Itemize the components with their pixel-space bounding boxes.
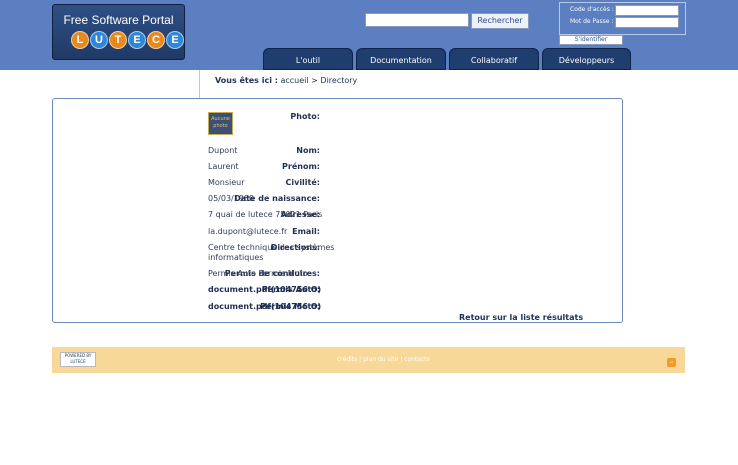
login-button[interactable]: S'identifier	[559, 35, 623, 45]
field-label-nom: Nom:	[296, 146, 320, 155]
field-value-nom: Dupont	[208, 146, 238, 155]
field-value-directions-line2: informatiques	[208, 253, 264, 262]
search-input[interactable]	[365, 13, 469, 27]
access-code-field[interactable]	[615, 5, 679, 16]
left-column-divider	[199, 70, 200, 98]
logo-letter: C	[147, 31, 165, 49]
rss-icon[interactable]: ∽	[667, 358, 676, 367]
tab-collaboratif[interactable]: Collaboratif	[449, 48, 539, 70]
record-card	[52, 98, 623, 323]
permis-auto-document-link[interactable]: document.pdf(104756 O)	[208, 285, 321, 294]
login-box: Code d'accès : Mot de Passe :	[559, 2, 686, 35]
field-value-birthdate: 05/03/1980	[208, 194, 255, 203]
logo-title: Free Software Portal	[63, 13, 174, 27]
photo-thumbnail: Aucune photo	[208, 112, 233, 135]
logo-letter: L	[71, 31, 89, 49]
logo-letters: L U T E C E	[71, 31, 184, 55]
field-label-email: Email:	[292, 227, 320, 236]
field-label-photo: Photo:	[290, 112, 320, 121]
breadcrumb-label: Vous êtes ici :	[215, 76, 278, 85]
logo-letter: T	[109, 31, 127, 49]
tab-outil[interactable]: L'outil	[263, 48, 353, 70]
field-value-address: 7 quai de lutece 75021 Paris	[208, 210, 323, 219]
field-value-prenom: Laurent	[208, 162, 239, 171]
access-code-label: Code d'accès :	[570, 6, 614, 13]
breadcrumb-separator: >	[311, 76, 318, 85]
logo-letter: E	[128, 31, 146, 49]
breadcrumb-home-link[interactable]: accueil	[280, 76, 308, 85]
permis-moto-document-link[interactable]: document.pdf(104756 O)	[208, 302, 321, 311]
tab-documentation[interactable]: Documentation	[356, 48, 446, 70]
logo-letter: U	[90, 31, 108, 49]
field-value-email[interactable]: la.dupont@lutece.fr	[208, 227, 287, 236]
password-label: Mot de Passe :	[570, 18, 614, 25]
back-to-results-link[interactable]: Retour sur la liste résultats	[459, 313, 583, 322]
field-value-licenses: Permis Auto Permis Moto	[208, 269, 308, 278]
search-button[interactable]: Rechercher	[471, 13, 529, 29]
field-label-prenom: Prénom:	[282, 162, 320, 171]
breadcrumb: Vous êtes ici : accueil > Directory	[215, 76, 357, 85]
field-value-directions: Centre technique des systèmes	[208, 243, 335, 252]
field-value-civilite: Monsieur	[208, 178, 245, 187]
field-label-civilite: Civilité:	[285, 178, 320, 187]
site-logo[interactable]: Free Software Portal L U T E C E	[52, 4, 185, 60]
tab-developpeurs[interactable]: Développeurs	[542, 48, 631, 70]
powered-by-logo[interactable]: POWERED BY LUTECE	[60, 352, 96, 367]
footer-links[interactable]: crédits | plan du site | contacts	[337, 356, 430, 363]
password-field[interactable]	[615, 17, 679, 28]
logo-letter: E	[166, 31, 184, 49]
breadcrumb-current: Directory	[320, 76, 358, 85]
